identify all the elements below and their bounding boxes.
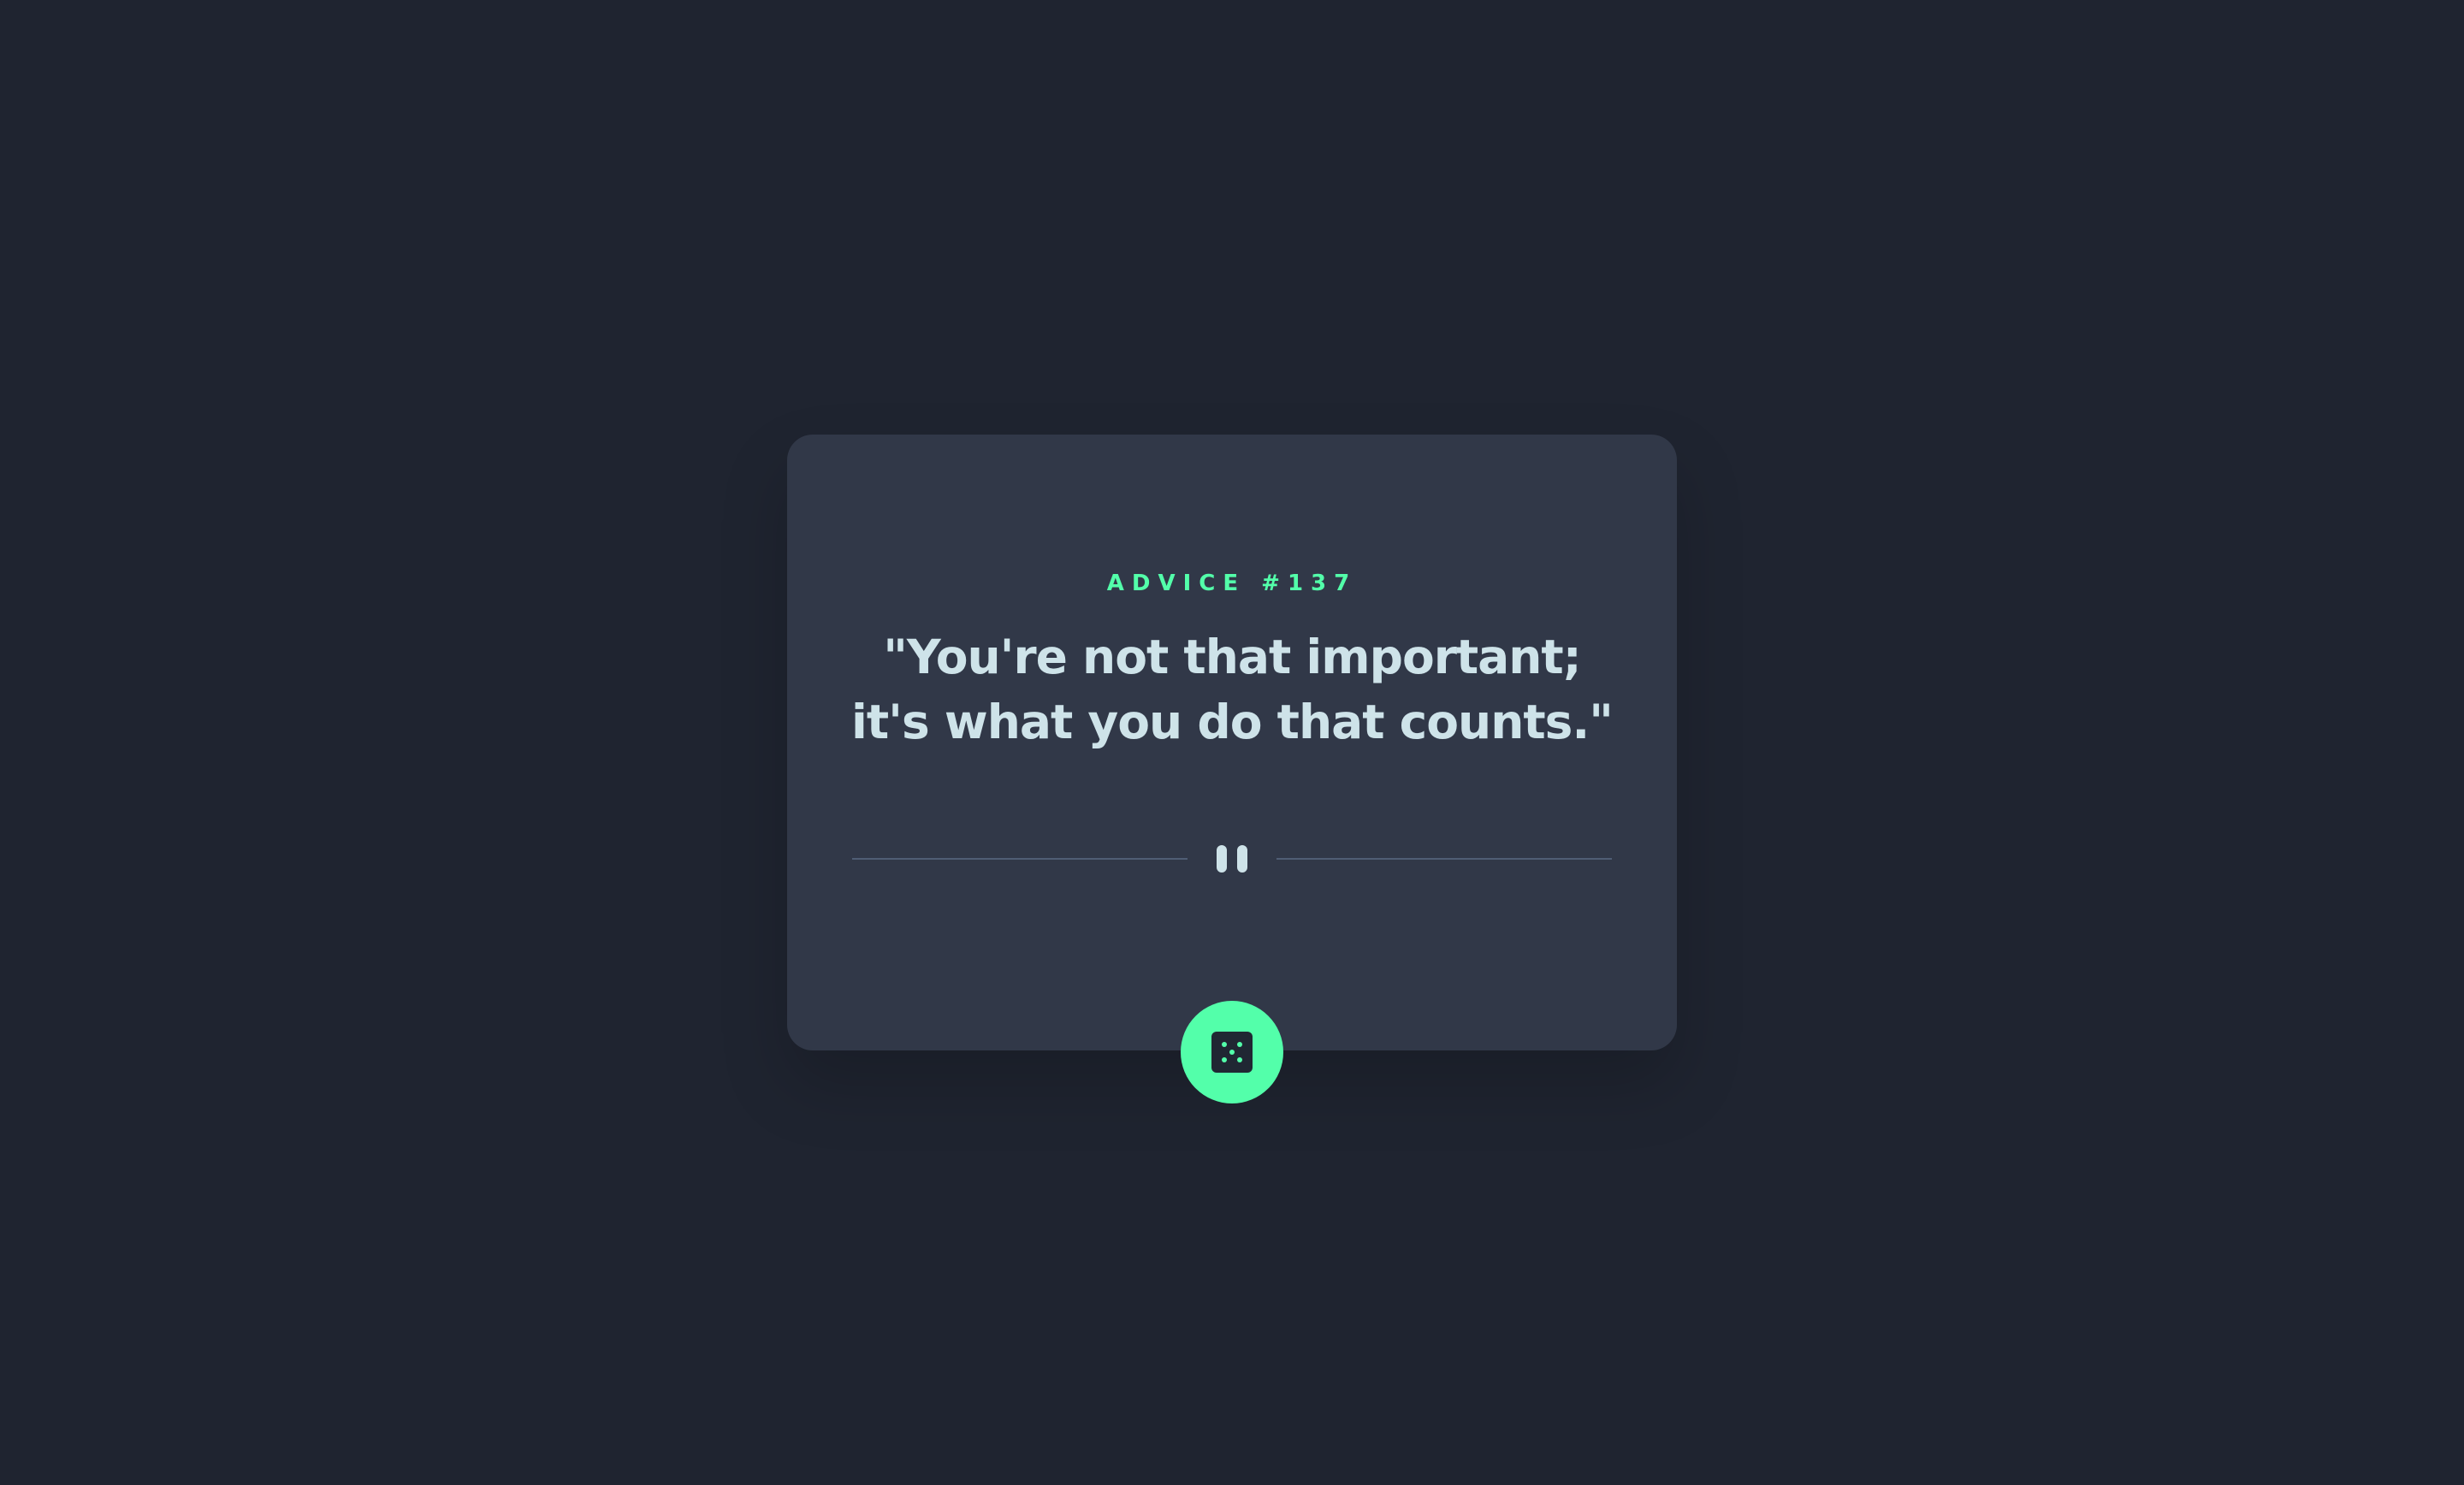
- advice-card: ADVICE #137 "You're not that important; …: [787, 435, 1677, 1050]
- divider-line-left: [852, 858, 1188, 860]
- pause-icon: [1217, 845, 1247, 873]
- divider: [852, 845, 1612, 873]
- advice-id-label: ADVICE #137: [1106, 571, 1358, 596]
- new-advice-button[interactable]: [1181, 1001, 1283, 1103]
- divider-line-right: [1276, 858, 1612, 860]
- advice-quote: "You're not that important; it's what yo…: [851, 630, 1614, 749]
- dice-icon: [1211, 1032, 1253, 1073]
